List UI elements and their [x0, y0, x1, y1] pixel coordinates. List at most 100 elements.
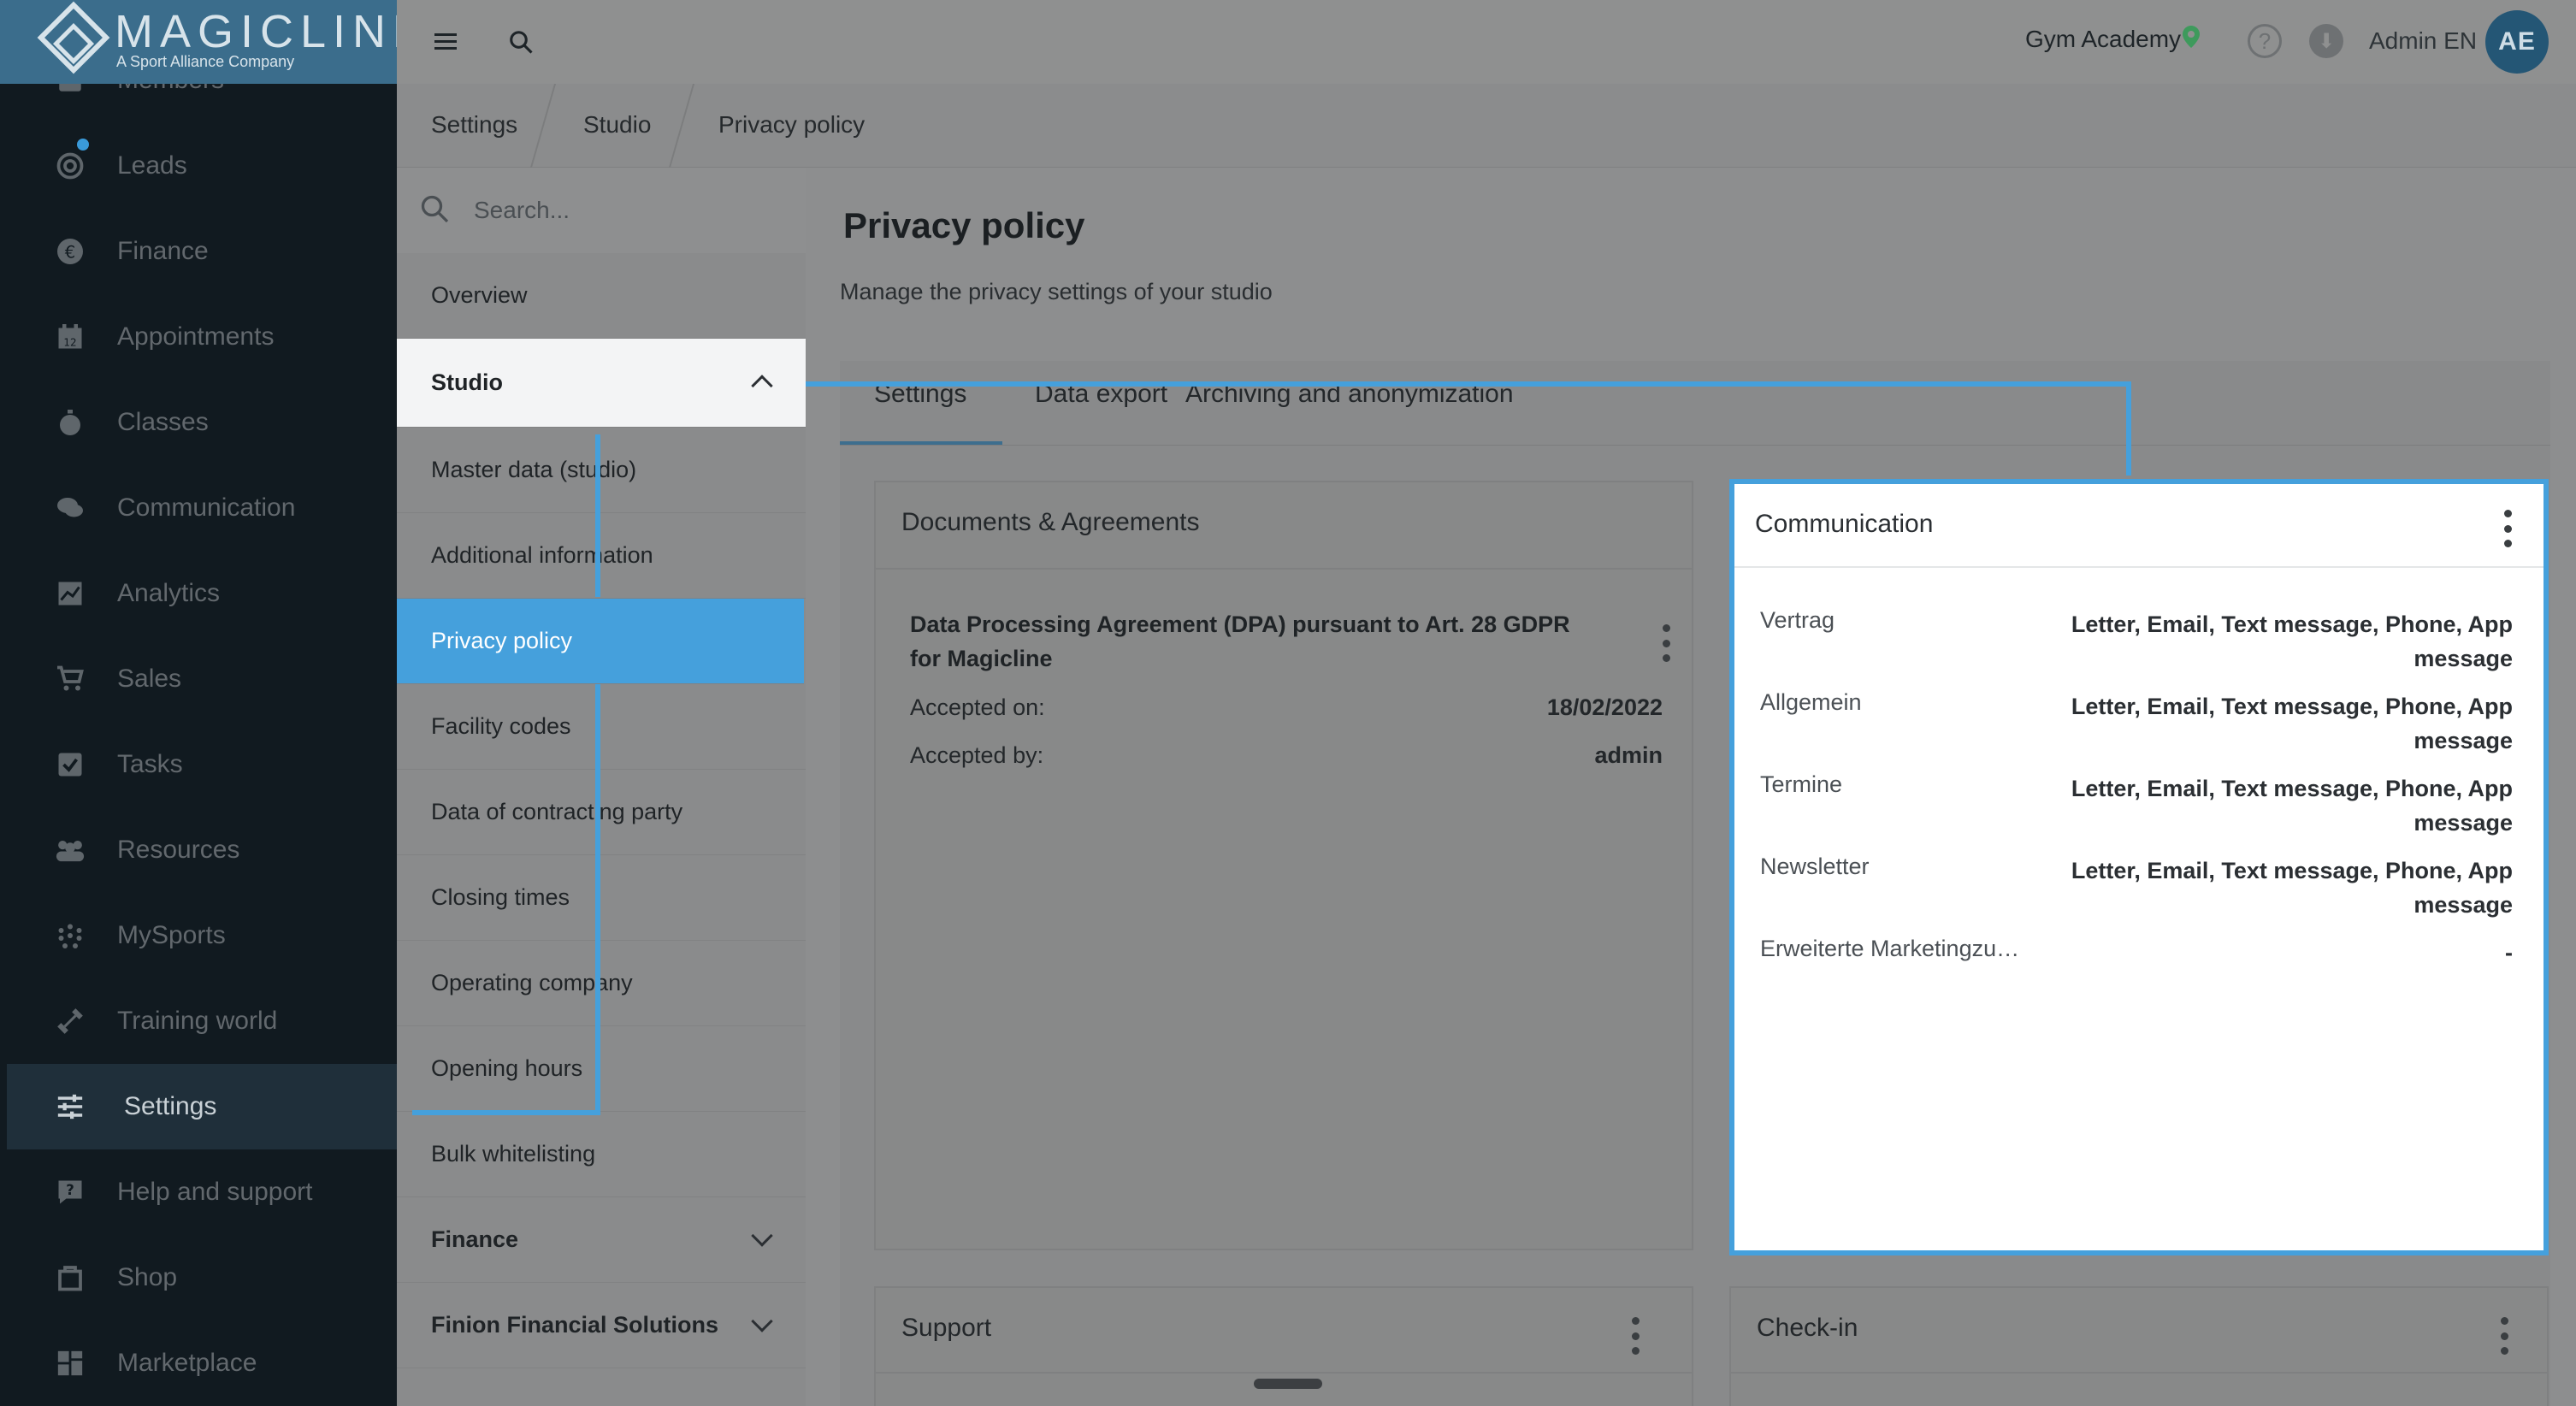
document-title: Data Processing Agreement (DPA) pursuant…: [910, 611, 1570, 671]
grid-icon: [51, 1344, 89, 1382]
nav-item-classes[interactable]: Classes: [0, 380, 397, 465]
subnav-closing-times[interactable]: Closing times: [397, 855, 806, 941]
nav-label: Settings: [124, 1092, 217, 1120]
nav-item-mysports[interactable]: MySports: [0, 893, 397, 978]
nav-item-leads[interactable]: Leads: [0, 123, 397, 209]
dots-grid-icon: [51, 917, 89, 954]
search-icon[interactable]: [501, 22, 541, 62]
subnav-master-data[interactable]: Master data (studio): [397, 428, 806, 513]
page-subtitle: Manage the privacy settings of your stud…: [840, 279, 1273, 304]
subnav-search-input[interactable]: [474, 192, 782, 229]
subnav-contracting-party[interactable]: Data of contracting party: [397, 770, 806, 855]
document-more-icon[interactable]: [1661, 624, 1671, 662]
subnav-label: Data of contracting party: [431, 799, 683, 824]
menu-icon[interactable]: [426, 22, 465, 62]
location-pin-icon: [2183, 26, 2200, 48]
subnav-label: Studio: [431, 369, 503, 395]
subnav-overview[interactable]: Overview: [397, 253, 806, 339]
nav-item-tasks[interactable]: Tasks: [0, 722, 397, 807]
subnav-privacy-policy[interactable]: Privacy policy: [397, 599, 804, 684]
studio-name[interactable]: Gym Academy: [2025, 26, 2181, 53]
subnav-label: Operating company: [431, 970, 633, 995]
subnav-bulk-whitelisting[interactable]: Bulk whitelisting: [397, 1112, 806, 1197]
accepted-on-value: 18/02/2022: [1546, 694, 1663, 720]
card-divider: [876, 1372, 1692, 1374]
help-icon[interactable]: ?: [2248, 24, 2282, 58]
cart-icon: [51, 660, 89, 698]
checkbox-icon: [51, 746, 89, 783]
highlight-line: [806, 381, 2131, 387]
card-title: Check-in: [1757, 1314, 1858, 1342]
nav-item-training-world[interactable]: Training world: [0, 978, 397, 1064]
settings-subnav: Overview Studio Master data (studio) Add…: [397, 168, 806, 1406]
magicline-diamond-icon: [37, 1, 110, 74]
row-key: Newsletter: [1760, 854, 1870, 879]
nav-label: MySports: [117, 921, 226, 949]
accepted-by-row: Accepted by: admin: [910, 742, 1663, 769]
nav-item-analytics[interactable]: Analytics: [0, 551, 397, 636]
brand-tagline: A Sport Alliance Company: [116, 53, 295, 70]
user-name[interactable]: Admin EN: [2369, 27, 2477, 55]
card-divider: [1734, 566, 2544, 568]
nav-label: Marketplace: [117, 1349, 257, 1377]
row-value: -: [2505, 940, 2513, 966]
subnav-label: Finion Financial Solutions: [431, 1312, 718, 1338]
subnav-facility-codes[interactable]: Facility codes: [397, 684, 806, 770]
subnav-operating-company[interactable]: Operating company: [397, 941, 806, 1026]
row-value: Letter, Email, Text message, Phone, App …: [2071, 611, 2513, 671]
accepted-by-label: Accepted by:: [910, 742, 1044, 768]
card-title: Documents & Agreements: [901, 508, 1200, 536]
communication-more-icon[interactable]: [2502, 510, 2513, 547]
subnav-opening-hours[interactable]: Opening hours: [397, 1026, 806, 1112]
people-icon: [51, 831, 89, 869]
nav-item-settings[interactable]: Settings: [7, 1064, 397, 1149]
nav-label: Appointments: [117, 322, 275, 351]
download-icon[interactable]: ⬇: [2309, 24, 2343, 58]
shop-icon: [51, 1259, 89, 1297]
nav-item-help[interactable]: ? Help and support: [0, 1149, 397, 1235]
row-key: Vertrag: [1760, 607, 1835, 633]
nav-label: Leads: [117, 151, 187, 180]
nav-item-marketplace[interactable]: Marketplace: [0, 1320, 397, 1406]
subnav-group-finion[interactable]: Finion Financial Solutions: [397, 1283, 806, 1368]
nav-item-shop[interactable]: Shop: [0, 1235, 397, 1320]
nav-item-appointments[interactable]: 12 Appointments: [0, 294, 397, 380]
subnav-label: Privacy policy: [431, 628, 573, 653]
subnav-label: Opening hours: [431, 1055, 583, 1081]
checkin-card: Check-in: [1729, 1286, 2549, 1406]
breadcrumb: Settings Studio Privacy policy: [397, 84, 2576, 168]
nav-label: Tasks: [117, 750, 183, 778]
nav-label: Shop: [117, 1263, 178, 1291]
subnav-label: Closing times: [431, 884, 570, 910]
highlight-line: [595, 684, 600, 1115]
subnav-search: [397, 168, 806, 253]
nav-item-resources[interactable]: Resources: [0, 807, 397, 893]
accepted-on-label: Accepted on:: [910, 694, 1045, 720]
subnav-group-finance[interactable]: Finance: [397, 1197, 806, 1283]
main-sidebar: MAGICLINE A Sport Alliance Company Membe…: [0, 0, 397, 1406]
card-title: Communication: [1755, 510, 1934, 538]
nav-label: Help and support: [117, 1178, 313, 1206]
subnav-additional-information[interactable]: Additional information: [397, 513, 806, 599]
magicline-logo[interactable]: MAGICLINE A Sport Alliance Company: [0, 0, 397, 84]
nav-item-sales[interactable]: Sales: [0, 636, 397, 722]
breadcrumb-privacy-policy: Privacy policy: [718, 111, 866, 138]
card-title: Support: [901, 1314, 992, 1342]
accepted-on-row: Accepted on: 18/02/2022: [910, 694, 1663, 721]
breadcrumb-studio[interactable]: Studio: [583, 111, 651, 139]
breadcrumb-settings[interactable]: Settings: [431, 111, 517, 139]
nav-item-communication[interactable]: Communication: [0, 465, 397, 551]
highlight-line: [595, 434, 600, 597]
subnav-label: Facility codes: [431, 713, 571, 739]
support-more-icon[interactable]: [1630, 1317, 1640, 1355]
scroll-handle[interactable]: [1254, 1379, 1322, 1389]
row-value: Letter, Email, Text message, Phone, App …: [2071, 776, 2513, 836]
nav-item-finance[interactable]: € Finance: [0, 209, 397, 294]
search-icon: [421, 195, 449, 223]
avatar[interactable]: AE: [2485, 10, 2549, 74]
nav-label: Communication: [117, 493, 296, 522]
subnav-group-studio[interactable]: Studio: [397, 339, 806, 428]
leads-notification-dot: [77, 139, 89, 151]
nav-label: Training world: [117, 1007, 278, 1035]
checkin-more-icon[interactable]: [2499, 1317, 2509, 1355]
